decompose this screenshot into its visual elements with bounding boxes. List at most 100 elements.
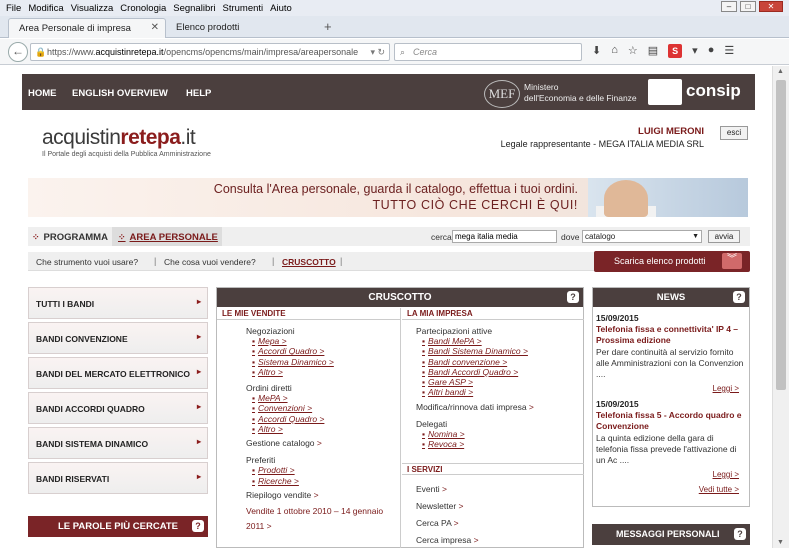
mef-logo[interactable]: MEF Ministero dell'Economia e delle Finan… bbox=[484, 80, 644, 108]
mef-emblem-icon: MEF bbox=[484, 80, 520, 108]
sidebar-bandi-sistema[interactable]: BANDI SISTEMA DINAMICO ▸ bbox=[28, 427, 208, 459]
news-title[interactable]: Telefonia fissa e connettivita' IP 4 – P… bbox=[596, 324, 746, 346]
help-icon[interactable]: ? bbox=[733, 291, 745, 303]
menu-strumenti[interactable]: Strumenti bbox=[223, 3, 264, 14]
site-logo[interactable]: acquistinretepa.it Il Portale degli acqu… bbox=[42, 126, 211, 158]
pref-ricerche-link[interactable]: Ricerche > bbox=[258, 476, 400, 486]
nav-home-link[interactable]: HOME bbox=[28, 88, 57, 99]
vendite-anno-link[interactable]: 2011 > bbox=[246, 521, 400, 531]
part-mepa-link[interactable]: Bandi MePA > bbox=[428, 336, 584, 346]
banner-line1: Consulta l'Area personale, guarda il cat… bbox=[213, 182, 578, 196]
neg-accordi-link[interactable]: Accordi Quadro > bbox=[258, 346, 400, 356]
tab-area-personale[interactable]: Area Personale di impresa ✕ bbox=[8, 18, 166, 38]
home-icon[interactable]: ⌂ bbox=[611, 44, 618, 58]
close-window-icon[interactable]: ✕ bbox=[759, 1, 783, 12]
hamburger-menu-icon[interactable]: ☰ bbox=[724, 44, 734, 58]
banner-line2: TUTTO CIÒ CHE CERCHI È QUI! bbox=[372, 198, 578, 212]
neg-altro-link[interactable]: Altro > bbox=[258, 367, 400, 377]
ord-altro-link[interactable]: Altro > bbox=[258, 424, 400, 434]
url-host: acquistinretepa.it bbox=[95, 47, 164, 57]
download-icon[interactable]: ⬇ bbox=[592, 44, 601, 58]
sidebar-bandi-riservati[interactable]: BANDI RISERVATI ▸ bbox=[28, 462, 208, 494]
news-read-more-link[interactable]: Leggi > bbox=[593, 470, 739, 479]
help-icon[interactable]: ? bbox=[734, 528, 746, 540]
neg-sistema-link[interactable]: Sistema Dinamico > bbox=[258, 357, 400, 367]
new-tab-icon[interactable]: + bbox=[324, 19, 332, 34]
menu-visualizza[interactable]: Visualizza bbox=[71, 3, 114, 14]
chevron-down-icon: ▼ bbox=[692, 233, 699, 240]
reload-icon[interactable]: ▾ ↻ bbox=[370, 44, 385, 60]
menu-cronologia[interactable]: Cronologia bbox=[120, 3, 166, 14]
pref-prodotti-link[interactable]: Prodotti > bbox=[258, 465, 400, 475]
modifica-impresa-link[interactable]: Modifica/rinnova dati impresa bbox=[416, 401, 584, 413]
parole-title: LE PAROLE PIÙ CERCATE bbox=[58, 521, 178, 532]
download-products-button[interactable]: Scarica elenco prodotti ︾ bbox=[594, 251, 750, 272]
consip-logo[interactable]: consip bbox=[644, 74, 755, 110]
url-bar[interactable]: 🔒 https://www.acquistinretepa.it/opencms… bbox=[30, 43, 390, 61]
servizi-newsletter-link[interactable]: Newsletter bbox=[416, 501, 463, 511]
dropdown-icon[interactable]: ▾ bbox=[692, 44, 698, 58]
arrow-right-icon: ▸ bbox=[196, 437, 201, 446]
part-asp-link[interactable]: Gare ASP > bbox=[428, 377, 584, 387]
avvia-button[interactable]: avvia bbox=[708, 230, 740, 243]
del-revoca-link[interactable]: Revoca > bbox=[428, 439, 584, 449]
part-sistema-link[interactable]: Bandi Sistema Dinamico > bbox=[428, 346, 584, 356]
q-vendere-link[interactable]: Che cosa vuoi vendere? bbox=[164, 257, 256, 267]
menu-modifica[interactable]: Modifica bbox=[28, 3, 63, 14]
scroll-up-icon[interactable]: ▲ bbox=[777, 68, 784, 75]
preferiti-label: Preferiti bbox=[246, 455, 276, 466]
chevron-double-down-icon: ︾ bbox=[722, 253, 742, 269]
bookmark-star-icon[interactable]: ☆ bbox=[628, 44, 638, 58]
nav-area-personale[interactable]: ⁘ AREA PERSONALE bbox=[118, 232, 218, 243]
servizi-cercaimpresa-link[interactable]: Cerca impresa bbox=[416, 535, 479, 545]
ord-accordi-link[interactable]: Accordi Quadro > bbox=[258, 414, 400, 424]
search-input[interactable]: ⌕ Cerca bbox=[394, 43, 582, 61]
menu-file[interactable]: File bbox=[6, 3, 21, 14]
neg-mepa-link[interactable]: Mepa > bbox=[258, 336, 400, 346]
vendite-periodo-link[interactable]: Vendite 1 ottobre 2010 – 14 gennaio bbox=[246, 506, 400, 516]
maximize-icon[interactable]: □ bbox=[740, 1, 756, 12]
close-tab-icon[interactable]: ✕ bbox=[151, 22, 159, 33]
part-altri-link[interactable]: Altri bandi > bbox=[428, 387, 584, 397]
tab-elenco-prodotti[interactable]: Elenco prodotti bbox=[166, 18, 316, 38]
sidebar-bandi-accordi[interactable]: BANDI ACCORDI QUADRO ▸ bbox=[28, 392, 208, 424]
addon-s-icon[interactable]: S bbox=[668, 44, 683, 58]
news-see-all-link[interactable]: Vedi tutte > bbox=[593, 485, 739, 494]
back-icon[interactable]: ← bbox=[8, 42, 28, 62]
nav-programma[interactable]: ⁘ PROGRAMMA bbox=[32, 232, 108, 243]
q-strumento-link[interactable]: Che strumento vuoi usare? bbox=[36, 257, 138, 267]
dove-select[interactable]: catalogo ▼ bbox=[582, 230, 702, 243]
sidebar-bandi-mercato[interactable]: BANDI DEL MERCATO ELETTRONICO ▸ bbox=[28, 357, 208, 389]
person-photo-icon bbox=[604, 180, 648, 217]
news-read-more-link[interactable]: Leggi > bbox=[593, 384, 739, 393]
reading-list-icon[interactable]: ▤ bbox=[648, 44, 658, 58]
nav-help-link[interactable]: HELP bbox=[186, 88, 211, 99]
news-date: 15/09/2015 bbox=[596, 313, 639, 323]
del-nomina-link[interactable]: Nomina > bbox=[428, 429, 584, 439]
news-title[interactable]: Telefonia fissa 5 - Accordo quadro e Con… bbox=[596, 410, 746, 432]
part-convenzione-link[interactable]: Bandi convenzione > bbox=[428, 357, 584, 367]
servizi-cercapa-link[interactable]: Cerca PA bbox=[416, 518, 459, 528]
page-scrollbar[interactable]: ▲ ▼ bbox=[772, 66, 789, 548]
help-icon[interactable]: ? bbox=[192, 520, 204, 532]
part-accordi-link[interactable]: Bandi Accordi Quadro > bbox=[428, 367, 584, 377]
riepilogo-vendite-link[interactable]: Riepilogo vendite bbox=[246, 489, 400, 501]
sidebar-bandi-convenzione[interactable]: BANDI CONVENZIONE ▸ bbox=[28, 322, 208, 354]
scrollbar-thumb[interactable] bbox=[776, 80, 786, 390]
addon-circle-icon[interactable]: ● bbox=[708, 44, 715, 58]
sidebar-tutti-bandi[interactable]: TUTTI I BANDI ▸ bbox=[28, 287, 208, 319]
cerca-input[interactable] bbox=[452, 230, 557, 243]
servizi-eventi-link[interactable]: Eventi bbox=[416, 484, 447, 494]
menu-segnalibri[interactable]: Segnalibri bbox=[173, 3, 215, 14]
ord-mepa-link[interactable]: MePA > bbox=[258, 393, 400, 403]
menu-aiuto[interactable]: Aiuto bbox=[270, 3, 292, 14]
minimize-icon[interactable]: – bbox=[721, 1, 737, 12]
help-icon[interactable]: ? bbox=[567, 291, 579, 303]
ord-convenzioni-link[interactable]: Convenzioni > bbox=[258, 403, 400, 413]
scroll-down-icon[interactable]: ▼ bbox=[777, 539, 784, 546]
logout-button[interactable]: esci bbox=[720, 126, 748, 140]
gestione-catalogo-link[interactable]: Gestione catalogo bbox=[246, 437, 400, 449]
cruscotto-link[interactable]: CRUSCOTTO bbox=[282, 257, 336, 267]
news-body: La quinta edizione della gara di telefon… bbox=[596, 433, 737, 465]
nav-english-link[interactable]: ENGLISH OVERVIEW bbox=[72, 88, 168, 99]
